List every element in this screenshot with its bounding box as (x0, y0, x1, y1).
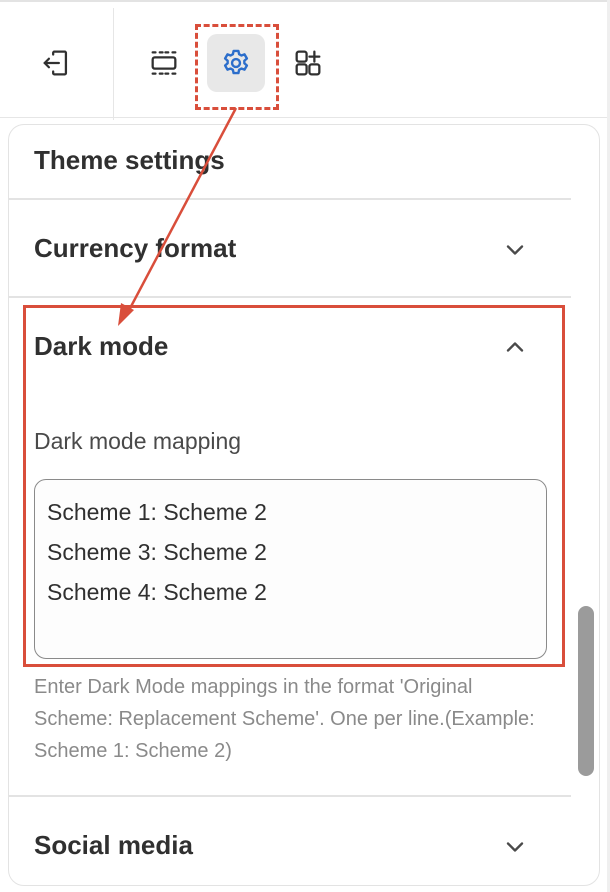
exit-icon (43, 50, 68, 76)
toolbar (0, 0, 610, 120)
toolbar-divider (113, 8, 114, 120)
exit-button[interactable] (27, 34, 85, 92)
sections-icon (151, 51, 177, 75)
dark-mode-annotation-highlight (23, 305, 565, 667)
add-block-button[interactable] (279, 34, 337, 92)
add-block-icon (295, 50, 321, 76)
section-social-media[interactable]: Social media (34, 830, 193, 861)
gear-annotation-highlight (195, 24, 279, 110)
dark-mode-help-text: Enter Dark Mode mappings in the format '… (34, 676, 535, 762)
chevron-down-icon[interactable] (501, 833, 529, 861)
panel-title: Theme settings (34, 145, 225, 175)
chevron-down-icon[interactable] (501, 236, 529, 264)
divider (9, 795, 571, 797)
divider (9, 198, 571, 200)
scrollbar-thumb[interactable] (578, 606, 594, 776)
divider (9, 296, 571, 298)
section-currency-format[interactable]: Currency format (34, 233, 236, 264)
sections-button[interactable] (135, 34, 193, 92)
